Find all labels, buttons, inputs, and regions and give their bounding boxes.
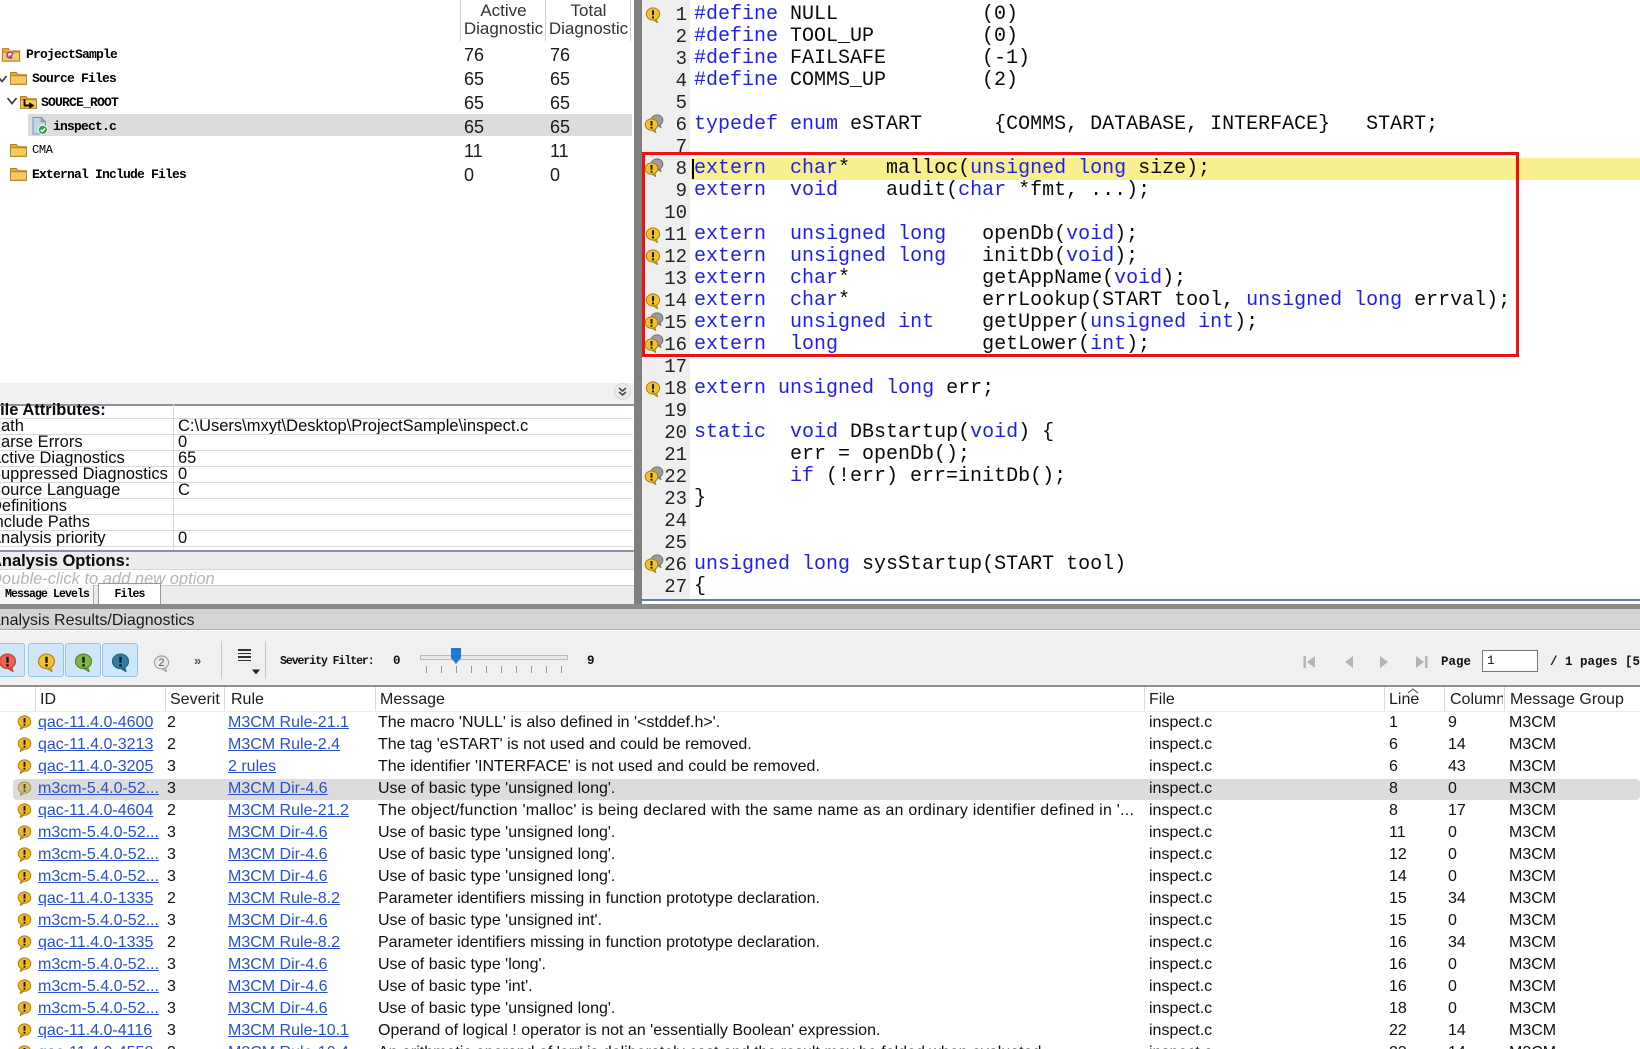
svg-text:2: 2 — [159, 657, 165, 669]
